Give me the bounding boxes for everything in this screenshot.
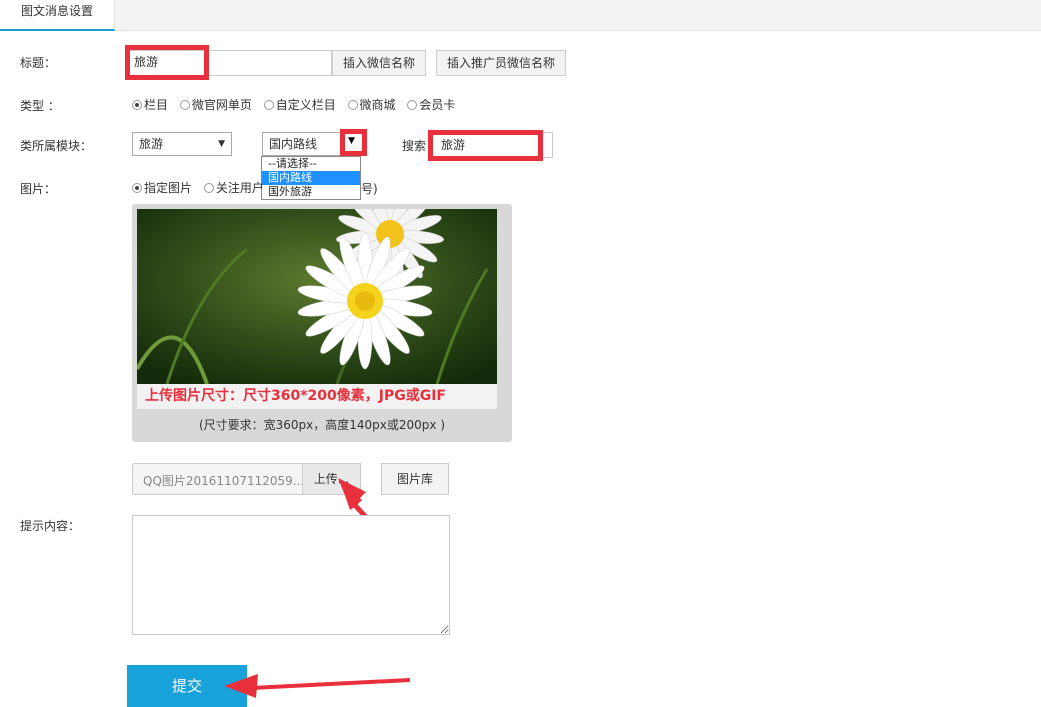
chevron-down-icon: ▼ <box>218 139 225 149</box>
dropdown-arrow-highlight[interactable]: ▼ <box>340 129 367 156</box>
upload-filename[interactable]: QQ图片20161107112059.... <box>143 472 308 489</box>
type-label: 类型 ： <box>20 99 60 113</box>
module-label: 类所属模块： <box>20 139 93 153</box>
dropdown-option[interactable]: 国外旅游 <box>262 185 360 199</box>
radio-icon <box>203 183 214 193</box>
search-input-highlight[interactable]: 旅游 <box>428 130 543 161</box>
radio-icon <box>407 100 418 110</box>
radio-icon <box>179 100 190 110</box>
content-label: 提示内容： <box>20 519 81 533</box>
dropdown-option-selected[interactable]: 国内路线 <box>262 171 360 185</box>
type-radio-custom-column[interactable]: 自定义栏目 <box>263 98 336 112</box>
type-radio-mall[interactable]: 微商城 <box>347 98 396 112</box>
title-label: 标题： <box>20 56 57 70</box>
type-radio-membership[interactable]: 会员卡 <box>407 98 455 112</box>
image-radio-group: 指定图片 关注用户 <box>132 179 264 196</box>
search-label: 搜索 <box>402 139 427 153</box>
tab-bar <box>0 0 1041 31</box>
module-select-primary[interactable]: 旅游 ▼ <box>132 132 232 156</box>
image-label: 图片： <box>20 182 57 196</box>
radio-checked-icon <box>132 183 142 193</box>
module-dropdown-list: --请选择-- 国内路线 国外旅游 <box>261 156 361 200</box>
type-radio-column[interactable]: 栏目 <box>132 98 168 112</box>
type-radio-microsite[interactable]: 微官网单页 <box>179 98 252 112</box>
content-textarea[interactable] <box>132 515 450 635</box>
daisy-photo <box>137 209 497 384</box>
title-highlight <box>125 45 209 80</box>
annotation-arrow-icon <box>224 674 411 698</box>
dropdown-option[interactable]: --请选择-- <box>262 157 360 171</box>
radio-checked-icon <box>132 100 142 110</box>
image-radio-specified[interactable]: 指定图片 <box>132 181 192 195</box>
image-radio-follow-user[interactable]: 关注用户 <box>203 181 264 195</box>
image-size-banner: 上传图片尺寸：尺寸360*200像素，JPG或GIF <box>137 384 497 409</box>
type-radio-group: 栏目 微官网单页 自定义栏目 微商城 会员卡 <box>132 96 455 113</box>
insert-wechat-name-button[interactable]: 插入微信名称 <box>332 50 426 76</box>
radio-icon <box>347 100 358 110</box>
image-size-hint: (尺寸要求：宽360px，高度140px或200px ) <box>198 418 446 432</box>
radio-icon <box>263 100 274 110</box>
insert-promoter-name-button[interactable]: 插入推广员微信名称 <box>436 50 566 76</box>
chevron-down-icon: ▼ <box>348 136 355 146</box>
tab-message-settings[interactable]: 图文消息设置 <box>0 0 115 31</box>
image-option-tail: 号) <box>361 182 378 196</box>
